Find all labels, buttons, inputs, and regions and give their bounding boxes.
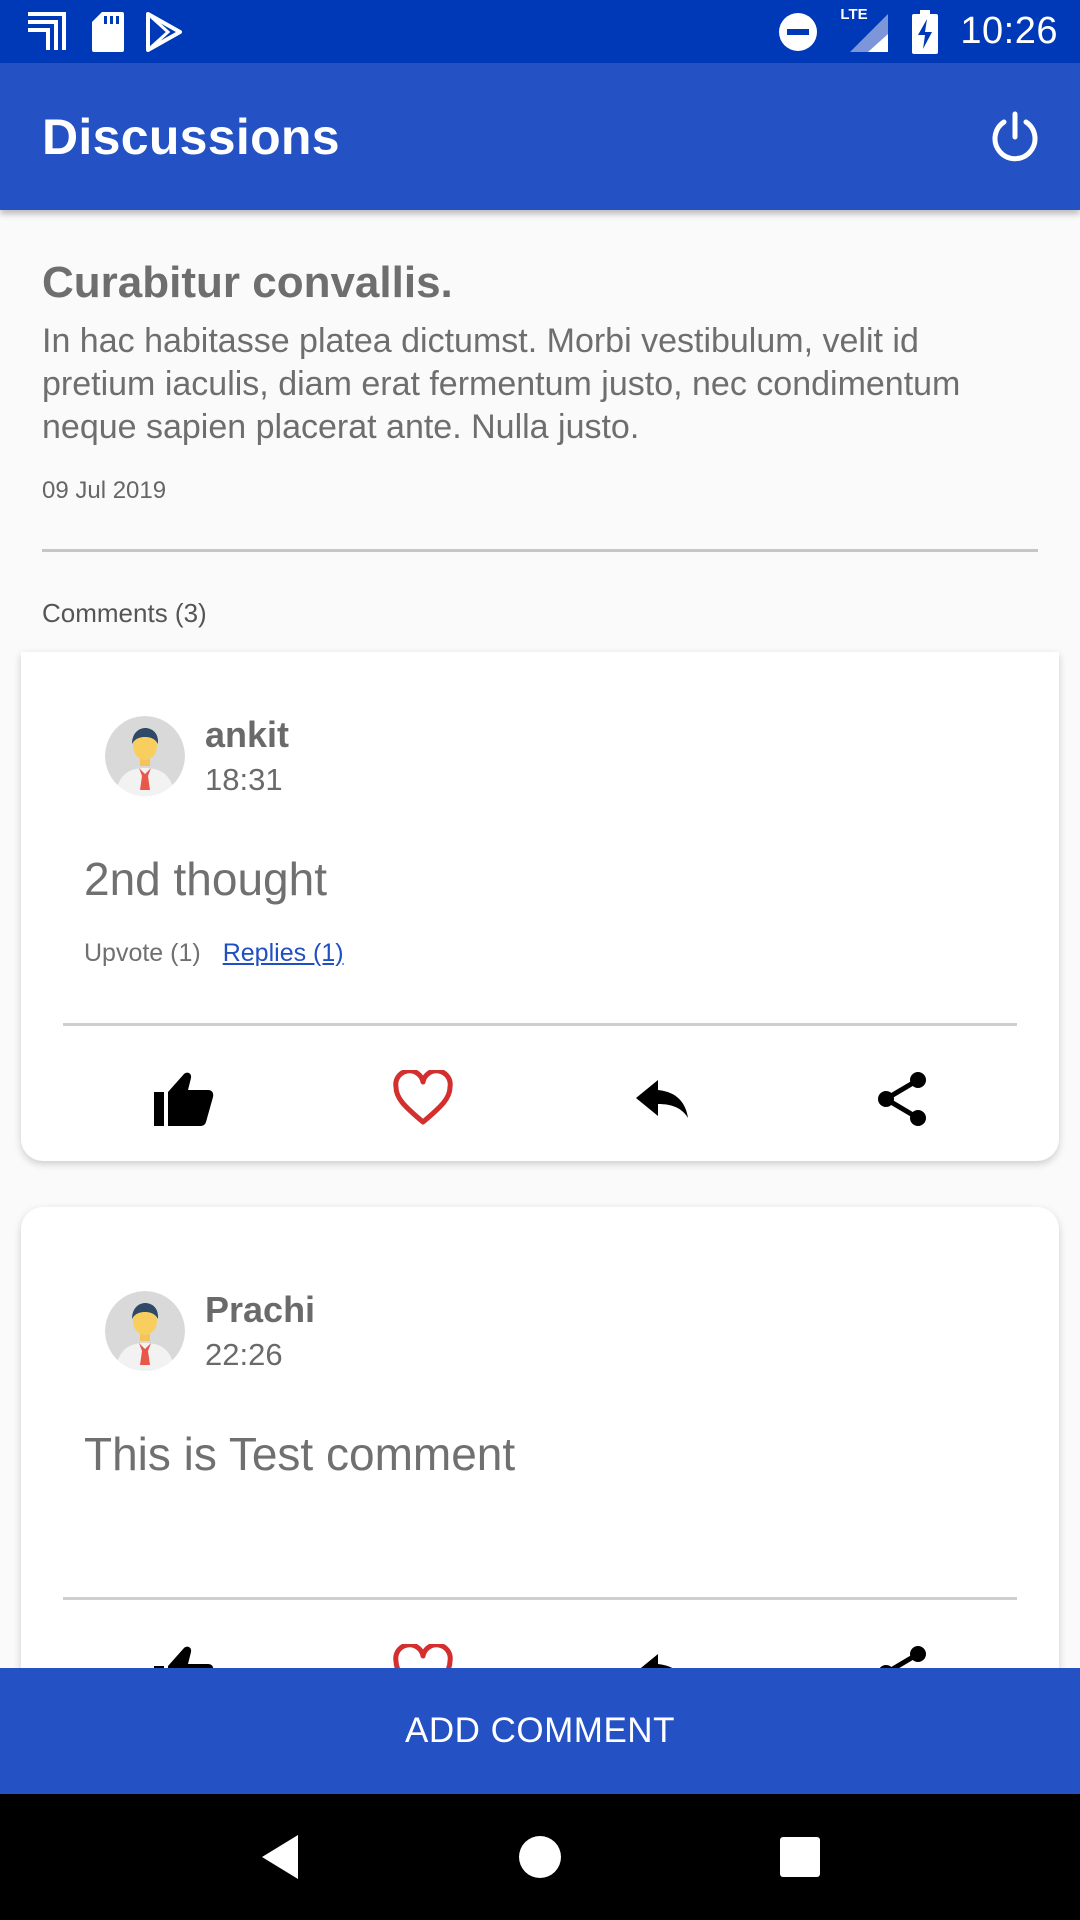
status-time: 10:26 — [960, 10, 1058, 52]
post-date: 09 Jul 2019 — [42, 477, 167, 504]
discussion-post: Curabitur convallis. In hac habitasse pl… — [0, 210, 1080, 629]
recents-square-icon — [780, 1837, 820, 1877]
upvote-count: Upvote (1) — [84, 939, 201, 967]
do-not-disturb-icon — [778, 12, 818, 52]
comments-count-label: Comments (3) — [42, 598, 207, 628]
discussion-content[interactable]: Curabitur convallis. In hac habitasse pl… — [0, 210, 1080, 1668]
reply-icon — [640, 1654, 673, 1668]
comment-actions — [21, 1633, 1059, 1668]
comment-card: Prachi 22:26 This is Test comment — [21, 1207, 1059, 1668]
battery-charging-icon — [912, 9, 939, 54]
avatar[interactable] — [105, 1291, 185, 1371]
recents-button[interactable] — [755, 1812, 845, 1902]
like-button[interactable] — [63, 1633, 303, 1668]
author-block: Prachi 22:26 — [205, 1289, 315, 1373]
status-right-icons: LTE 10:26 — [778, 6, 1058, 54]
comment-text: 2nd thought — [84, 853, 328, 905]
lte-signal-icon: LTE — [840, 6, 890, 54]
card-divider — [63, 1597, 1017, 1600]
comment-author: Prachi — [205, 1289, 316, 1330]
cast-icon — [26, 11, 70, 52]
favorite-button[interactable] — [303, 1633, 543, 1668]
share-icon — [878, 1072, 926, 1126]
logout-button[interactable] — [980, 102, 1050, 172]
system-nav-bar — [0, 1794, 1080, 1920]
comment-header: Prachi 22:26 — [105, 1289, 315, 1373]
post-body: In hac habitasse platea dictumst. Morbi … — [42, 322, 961, 446]
reply-button[interactable] — [543, 1633, 783, 1668]
reply-icon — [636, 1080, 688, 1118]
page-title: Discussions — [42, 108, 340, 165]
post-title: Curabitur convallis. — [42, 258, 453, 307]
share-button[interactable] — [783, 1059, 1023, 1139]
author-block: ankit 18:31 — [205, 714, 289, 798]
favorite-button[interactable] — [303, 1059, 543, 1139]
comment-meta: Upvote (1) Replies (1) — [84, 939, 344, 968]
comment-actions — [21, 1059, 1059, 1139]
avatar[interactable] — [105, 716, 185, 796]
replies-link[interactable]: Replies (1) — [223, 939, 344, 968]
comment-header: ankit 18:31 — [105, 714, 289, 798]
status-bar: LTE 10:26 — [0, 0, 1080, 63]
app-bar: Discussions — [0, 63, 1080, 210]
back-triangle-icon — [262, 1835, 298, 1879]
sd-card-icon — [92, 11, 124, 52]
back-button[interactable] — [235, 1812, 325, 1902]
thumbs-up-icon — [154, 1072, 214, 1126]
home-button[interactable] — [495, 1812, 585, 1902]
card-divider — [63, 1023, 1017, 1026]
home-circle-icon — [519, 1836, 561, 1878]
heart-icon — [393, 1070, 453, 1125]
comment-time: 22:26 — [205, 1337, 283, 1372]
power-icon — [992, 111, 1038, 161]
post-divider — [42, 549, 1038, 552]
heart-icon — [393, 1644, 453, 1668]
play-store-icon — [146, 11, 182, 52]
comment-text: This is Test comment — [84, 1428, 516, 1480]
like-button[interactable] — [63, 1059, 303, 1139]
status-left-icons — [26, 11, 182, 52]
reply-button[interactable] — [543, 1059, 783, 1139]
comment-card: ankit 18:31 2nd thought Upvote (1) Repli… — [21, 652, 1059, 1161]
share-icon — [879, 1646, 926, 1668]
lte-label: LTE — [840, 5, 868, 23]
thumbs-up-icon — [154, 1646, 214, 1668]
add-comment-button[interactable]: ADD COMMENT — [0, 1668, 1080, 1794]
share-button[interactable] — [783, 1633, 1023, 1668]
comment-time: 18:31 — [205, 762, 283, 797]
comment-author: ankit — [205, 714, 290, 755]
